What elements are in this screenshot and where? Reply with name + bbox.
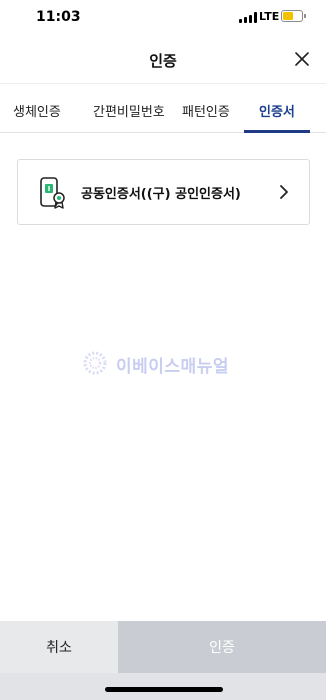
tab-certificate[interactable]: 인증서 [259, 101, 295, 120]
watermark: 이베이스매뉴얼 [82, 348, 257, 378]
chevron-right-icon [280, 185, 288, 199]
watermark-logo-icon [83, 351, 107, 375]
certificate-phone-icon [40, 177, 65, 209]
network-type: LTE [259, 10, 280, 23]
page-title: 인증 [149, 52, 177, 70]
certificate-option-label: 공동인증서((구) 공인인증서) [81, 187, 241, 202]
header: 인증 [0, 34, 326, 84]
battery-icon [281, 10, 303, 22]
tab-simple-password[interactable]: 간편비밀번호 [93, 101, 165, 120]
status-time: 11:03 [36, 9, 81, 25]
signal-icon [239, 12, 257, 23]
home-indicator[interactable] [105, 687, 223, 692]
watermark-text: 이베이스매뉴얼 [116, 357, 229, 377]
cancel-button[interactable]: 취소 [0, 621, 118, 673]
active-tab-indicator [244, 130, 310, 133]
auth-tabs: 생체인증 간편비밀번호 패턴인증 인증서 [0, 85, 326, 133]
status-bar: 11:03 LTE [0, 0, 326, 34]
close-button[interactable] [292, 49, 312, 69]
confirm-button[interactable]: 인증 [118, 621, 326, 673]
tab-pattern[interactable]: 패턴인증 [182, 101, 230, 120]
battery-cap [304, 14, 306, 18]
close-icon [295, 52, 309, 66]
tab-biometric[interactable]: 생체인증 [13, 101, 61, 120]
certificate-option[interactable]: 공동인증서((구) 공인인증서) [17, 159, 310, 225]
